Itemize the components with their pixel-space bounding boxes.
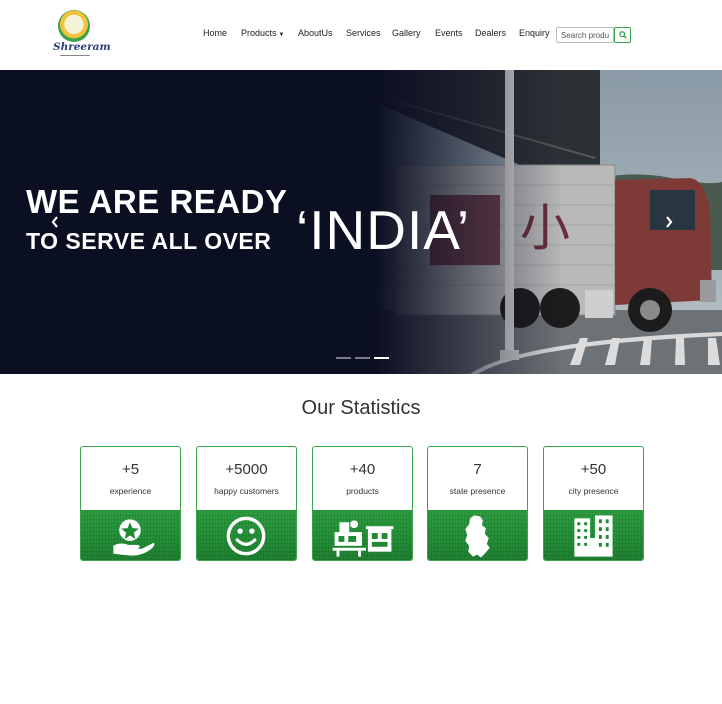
nav-item-events[interactable]: Events: [435, 28, 463, 38]
stat-value: +50: [580, 461, 607, 478]
nav-item-enquiry[interactable]: Enquiry: [519, 28, 550, 38]
stat-label: city presence: [568, 486, 619, 496]
search-input[interactable]: [556, 27, 614, 43]
stat-card-city-presence: +50 city presence: [543, 446, 644, 561]
stat-value: +5: [121, 461, 140, 478]
stat-value: +40: [349, 461, 376, 478]
carousel-next-button[interactable]: [658, 210, 680, 234]
nav-item-label: AboutUs: [298, 28, 333, 38]
logo-underline: [60, 55, 90, 58]
stat-value: +5000: [225, 461, 268, 478]
stat-card-state-presence: 7 state presence: [427, 446, 528, 561]
stat-label: happy customers: [214, 486, 279, 496]
navbar: Shreeram Home Products ▼ AboutUs Services…: [0, 0, 722, 70]
nav-item-label: Events: [435, 28, 463, 38]
carousel-indicator[interactable]: [336, 357, 351, 359]
nav-item-label: Home: [203, 28, 228, 38]
map-region-icon: [465, 515, 490, 558]
carousel-indicators: [336, 357, 390, 361]
carousel-prev-button[interactable]: [44, 210, 66, 234]
stat-card-products: +40 products: [312, 446, 413, 561]
nav-item-label: Dealers: [475, 28, 507, 38]
nav-item-label: Gallery: [392, 28, 421, 38]
grass-background: [81, 510, 180, 560]
search-icon: [618, 31, 627, 39]
nav-item-label: Products: [241, 28, 277, 38]
stat-value: 7: [473, 461, 482, 478]
stat-label: experience: [109, 486, 152, 496]
hand-star-icon: [113, 519, 155, 556]
grass-background: [544, 510, 643, 560]
nav-item-products[interactable]: Products ▼: [241, 28, 284, 38]
stat-card-happy-customers: +5000 happy customers: [196, 446, 297, 561]
grass-background: [313, 510, 412, 560]
section-title: Our Statistics: [301, 397, 421, 419]
carousel-indicator[interactable]: [355, 357, 370, 359]
nav-item-services[interactable]: Services: [346, 28, 381, 38]
smiley-icon: [226, 516, 266, 556]
nav-item-label: Enquiry: [519, 28, 550, 38]
search-button[interactable]: [614, 27, 631, 43]
chevron-right-icon: [666, 216, 673, 228]
nav-item-home[interactable]: Home: [203, 28, 227, 38]
stat-card-experience: +5 experience: [80, 446, 181, 561]
caret-down-icon: ▼: [278, 32, 285, 38]
machinery-icon: [332, 520, 394, 557]
grass-background: [197, 510, 296, 560]
stat-label: products: [346, 486, 379, 496]
carousel-indicator-active[interactable]: [374, 357, 389, 359]
hero-carousel: 小 WE ARE READY TO SERVE ALL OVER ‘INDIA’: [0, 70, 722, 374]
stat-label: state presence: [449, 486, 506, 496]
grass-background: [428, 510, 527, 560]
nav-item-label: Services: [346, 28, 381, 38]
logo-text: Shreeram: [53, 41, 111, 53]
nav-item-aboutus[interactable]: AboutUs: [298, 28, 333, 38]
hero-highlight: ‘INDIA’: [296, 199, 471, 261]
buildings-icon: [574, 515, 613, 557]
nav-item-dealers[interactable]: Dealers: [475, 28, 506, 38]
chevron-left-icon: [51, 216, 58, 228]
nav-item-gallery[interactable]: Gallery: [392, 28, 421, 38]
